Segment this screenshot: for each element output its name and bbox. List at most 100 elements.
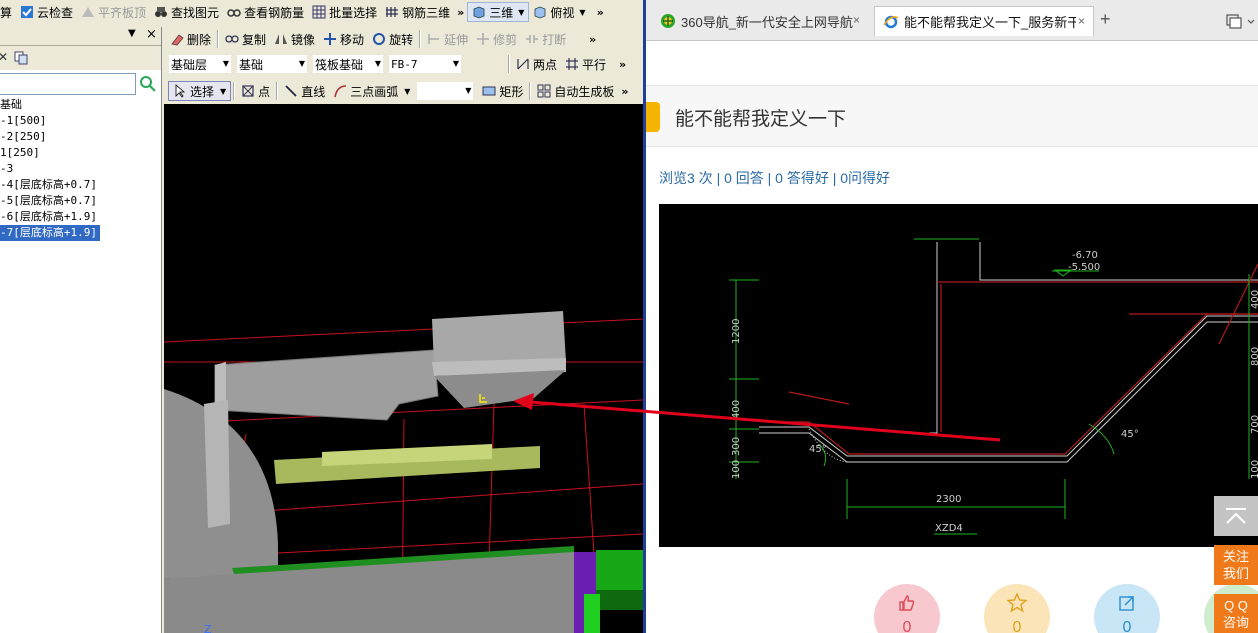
find-element-button[interactable]: 查找图元 [150,1,223,23]
delete-button[interactable]: 删除 [166,28,215,50]
trim-button[interactable]: 修剪 [472,28,521,50]
pin-icon[interactable]: ▼ [128,28,136,39]
tree-item[interactable]: -1[500] [0,113,160,129]
raised-block[interactable] [432,311,566,366]
top-view-dropdown[interactable]: 俯视 ▼ [529,1,589,23]
search-icon[interactable] [137,73,159,95]
mirror-button[interactable]: 镜像 [270,28,319,50]
flush-slab-top-button[interactable]: 平齐板顶 [77,1,150,23]
arc-mode-select[interactable]: ▼ [416,81,475,101]
top-view-cube-icon [534,6,546,19]
tab-360-nav[interactable]: 360导航_新一代安全上网导航 × [652,6,868,36]
rebar-3d-button[interactable]: 钢筋三维 [381,1,454,23]
type-select[interactable]: 筏板基础 ▼ [312,54,384,74]
drawing-label: 300 [731,437,742,456]
follow-us-button[interactable]: 关注 我们 [1214,545,1258,585]
auto-generate-slab-button[interactable]: 自动生成板 [533,80,618,102]
floor-select[interactable]: 基础层 ▼ [168,54,232,74]
delete-icon[interactable]: ✕ [0,50,8,64]
3d-viewport[interactable]: Z [164,104,643,633]
line-button[interactable]: 直线 [280,80,329,102]
thumbs-up-icon [899,595,915,611]
favorite-count: 0 [1012,619,1022,633]
category-select[interactable]: 基础 ▼ [236,54,308,74]
qq-consult-button[interactable]: Q Q 咨询 [1214,594,1258,633]
favorite-button[interactable]: 0 [984,584,1050,633]
break-button[interactable]: 打断 [521,28,570,50]
extend-button[interactable]: 延伸 [423,28,472,50]
tree-item[interactable]: -2[250] [0,129,160,145]
main-toolbar: 算 云检查 平齐板顶 查找图元 查看钢筋量 批量选择 钢筋三维 » 三维 ▼ 俯… [0,0,607,24]
drawing-label: 100 [1250,460,1258,479]
view-rebar-label: 查看钢筋量 [244,5,305,20]
component-select[interactable]: FB-7 ▼ [388,54,462,74]
cloud-check-button[interactable]: 云检查 [16,1,77,23]
move-button[interactable]: 移动 [319,28,368,50]
batch-select-button[interactable]: 批量选择 [308,1,381,23]
rectangle-button[interactable]: 矩形 [478,80,527,102]
close-tab-icon[interactable]: × [1078,14,1085,28]
tree-item[interactable]: -3 [0,161,160,177]
calc-button[interactable]: 算 [0,1,16,23]
close-tab-icon[interactable]: × [853,13,860,27]
edit-toolbar: 删除 复制 镜像 移动 旋转 延伸 修剪 打断 » [166,27,599,51]
tree-item[interactable]: -4[层底标高+0.7] [0,177,160,193]
tree-item[interactable]: 1[250] [0,145,160,161]
select-button[interactable]: 选择 ▼ [168,81,232,101]
search-input[interactable] [0,73,136,95]
ie-logo-icon [883,15,899,28]
3d-view-dropdown[interactable]: 三维 ▼ [467,2,530,22]
flush-slab-icon [82,7,95,17]
tree-item-label: -1[500] [0,114,47,127]
view-rebar-button[interactable]: 查看钢筋量 [223,1,308,23]
qq-line-2: 咨询 [1222,615,1249,630]
extend-icon [428,34,440,44]
tree-item[interactable]: -5[层底标高+0.7] [0,193,160,209]
separator [217,30,220,48]
close-icon[interactable]: × [146,27,157,42]
parallel-button[interactable]: 平行 [561,53,610,75]
tab-list-icon[interactable] [1224,12,1258,30]
rebar-3d-icon [386,7,399,17]
batch-select-icon [312,5,326,19]
chevron-down-icon: ▼ [222,59,229,68]
tree-item-label: 1[250] [0,146,40,159]
tree-item-selected[interactable]: -7[层底标高+1.9] [0,225,160,241]
toolbar4-overflow[interactable]: » [618,85,631,98]
drawing-label: 800 [1250,347,1258,366]
browser-window: 360导航_新一代安全上网导航 × 能不能帮我定义一下_服务新干线 × + 能不… [646,0,1258,633]
toolbar1-overflow-2[interactable]: » [594,6,607,19]
copy-icon[interactable] [14,51,28,65]
rectangle-icon [482,86,496,96]
tab-bar: 360导航_新一代安全上网导航 × 能不能帮我定义一下_服务新干线 × + [646,0,1258,41]
three-point-arc-button[interactable]: 三点画弧 ▼ [329,80,414,102]
panel-header: ▼ × [0,27,161,46]
tree-item[interactable]: -6[层底标高+1.9] [0,209,160,225]
cad-application: 算 云检查 平齐板顶 查找图元 查看钢筋量 批量选择 钢筋三维 » 三维 ▼ 俯… [0,0,643,633]
cube-icon [473,6,485,19]
question-icon [646,102,660,132]
toolbar3-overflow[interactable]: » [616,58,629,71]
chevron-down-icon: ▼ [465,86,472,95]
batch-select-label: 批量选择 [329,5,378,20]
calc-label: 算 [0,5,13,20]
new-tab-button[interactable]: + [1100,9,1111,30]
back-to-top-button[interactable] [1214,496,1258,536]
copy-button[interactable]: 复制 [221,28,270,50]
drawing-label: 700 [1250,415,1258,434]
tab-question[interactable]: 能不能帮我定义一下_服务新干线 × [874,6,1094,36]
toolbar1-overflow[interactable]: » [454,6,467,19]
share-button[interactable]: 0 [1094,584,1160,633]
point-label: 点 [258,84,271,99]
tree-item[interactable]: 基础 [0,97,160,113]
question-image[interactable]: -6.70 -5.500 2300 XZD4 45° 45° 1200 400 … [659,204,1258,547]
star-icon [1007,593,1027,613]
point-button[interactable]: 点 [237,80,274,102]
rotate-button[interactable]: 旋转 [368,28,417,50]
green-wall[interactable] [596,550,643,590]
like-button[interactable]: 0 [874,584,940,633]
chevron-down-icon: ▼ [452,59,459,68]
foundation-beam[interactable] [215,350,438,420]
toolbar2-overflow[interactable]: » [586,33,599,46]
two-point-button[interactable]: 两点 [512,53,561,75]
